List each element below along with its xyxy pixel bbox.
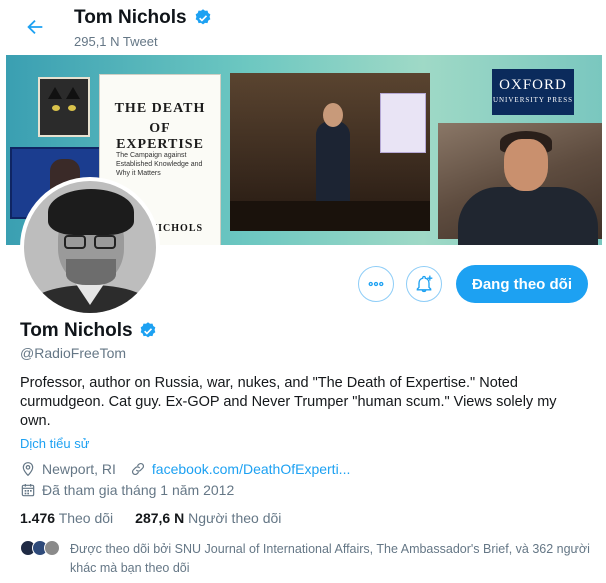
profile-name: Tom Nichols xyxy=(20,320,133,341)
joined-text: Đã tham gia tháng 1 năm 2012 xyxy=(42,482,235,498)
followers-count: 287,6 N xyxy=(135,510,185,526)
banner-cat-photo xyxy=(38,77,90,137)
publisher-line2: UNIVERSITY PRESS xyxy=(492,96,574,104)
profile-name-row: Tom Nichols xyxy=(20,320,158,342)
tweet-count: 295,1 N Tweet xyxy=(74,34,158,49)
profile-meta: Newport, RI facebook.com/DeathOfExperti.… xyxy=(20,461,590,477)
publisher-line1: OXFORD xyxy=(499,77,567,93)
avatar-image xyxy=(24,181,156,313)
location-pin-icon xyxy=(22,462,34,477)
top-bar: Tom Nichols 295,1 N Tweet xyxy=(0,0,606,54)
profile-bio: Professor, author on Russia, war, nukes,… xyxy=(20,375,557,429)
verified-badge-icon xyxy=(140,322,155,338)
notifications-button[interactable] xyxy=(406,266,442,302)
joined-date: Đã tham gia tháng 1 năm 2012 xyxy=(20,482,234,498)
profile-handle: @RadioFreeTom xyxy=(20,345,127,361)
verified-badge-icon xyxy=(195,9,210,25)
header-name: Tom Nichols xyxy=(74,7,187,28)
followers-label: Người theo dõi xyxy=(188,510,282,526)
link-icon xyxy=(131,462,144,476)
translate-bio-link[interactable]: Dịch tiểu sử xyxy=(20,436,89,451)
following-count-link[interactable]: 1.476 Theo dõi xyxy=(20,510,113,526)
more-dots-icon xyxy=(368,281,384,287)
back-button[interactable] xyxy=(22,14,48,40)
bell-plus-icon xyxy=(416,275,433,293)
followed-by[interactable]: Được theo dõi bởi SNU Journal of Interna… xyxy=(20,540,590,578)
follower-avatar xyxy=(44,540,60,556)
banner-publisher-logo: OXFORD UNIVERSITY PRESS xyxy=(492,69,574,115)
book-subtitle: The Campaign against Established Knowled… xyxy=(116,152,203,177)
followers-count-link[interactable]: 287,6 N Người theo dõi xyxy=(135,510,281,526)
book-title-line1: THE DEATH xyxy=(114,101,206,116)
website-item: facebook.com/DeathOfExperti... xyxy=(130,461,350,477)
followed-by-avatars xyxy=(20,540,68,578)
website-link[interactable]: facebook.com/DeathOfExperti... xyxy=(152,461,350,477)
following-count: 1.476 xyxy=(20,510,56,526)
banner-portrait-photo xyxy=(438,123,602,245)
header-title: Tom Nichols xyxy=(74,7,213,29)
followed-by-text: Được theo dõi bởi SNU Journal of Interna… xyxy=(70,542,590,575)
calendar-icon xyxy=(21,484,35,497)
following-label: Theo dõi xyxy=(58,510,114,526)
avatar[interactable] xyxy=(20,177,160,317)
location-text: Newport, RI xyxy=(42,461,116,477)
follow-counts: 1.476 Theo dõi 287,6 N Người theo dõi xyxy=(20,510,281,526)
book-title-line2: OF EXPERTISE xyxy=(116,121,204,152)
banner-lecture-photo xyxy=(230,73,430,231)
location-item: Newport, RI xyxy=(20,461,116,477)
arrow-left-icon xyxy=(27,19,43,35)
more-options-button[interactable] xyxy=(358,266,394,302)
following-button[interactable]: Đang theo dõi xyxy=(456,265,588,303)
